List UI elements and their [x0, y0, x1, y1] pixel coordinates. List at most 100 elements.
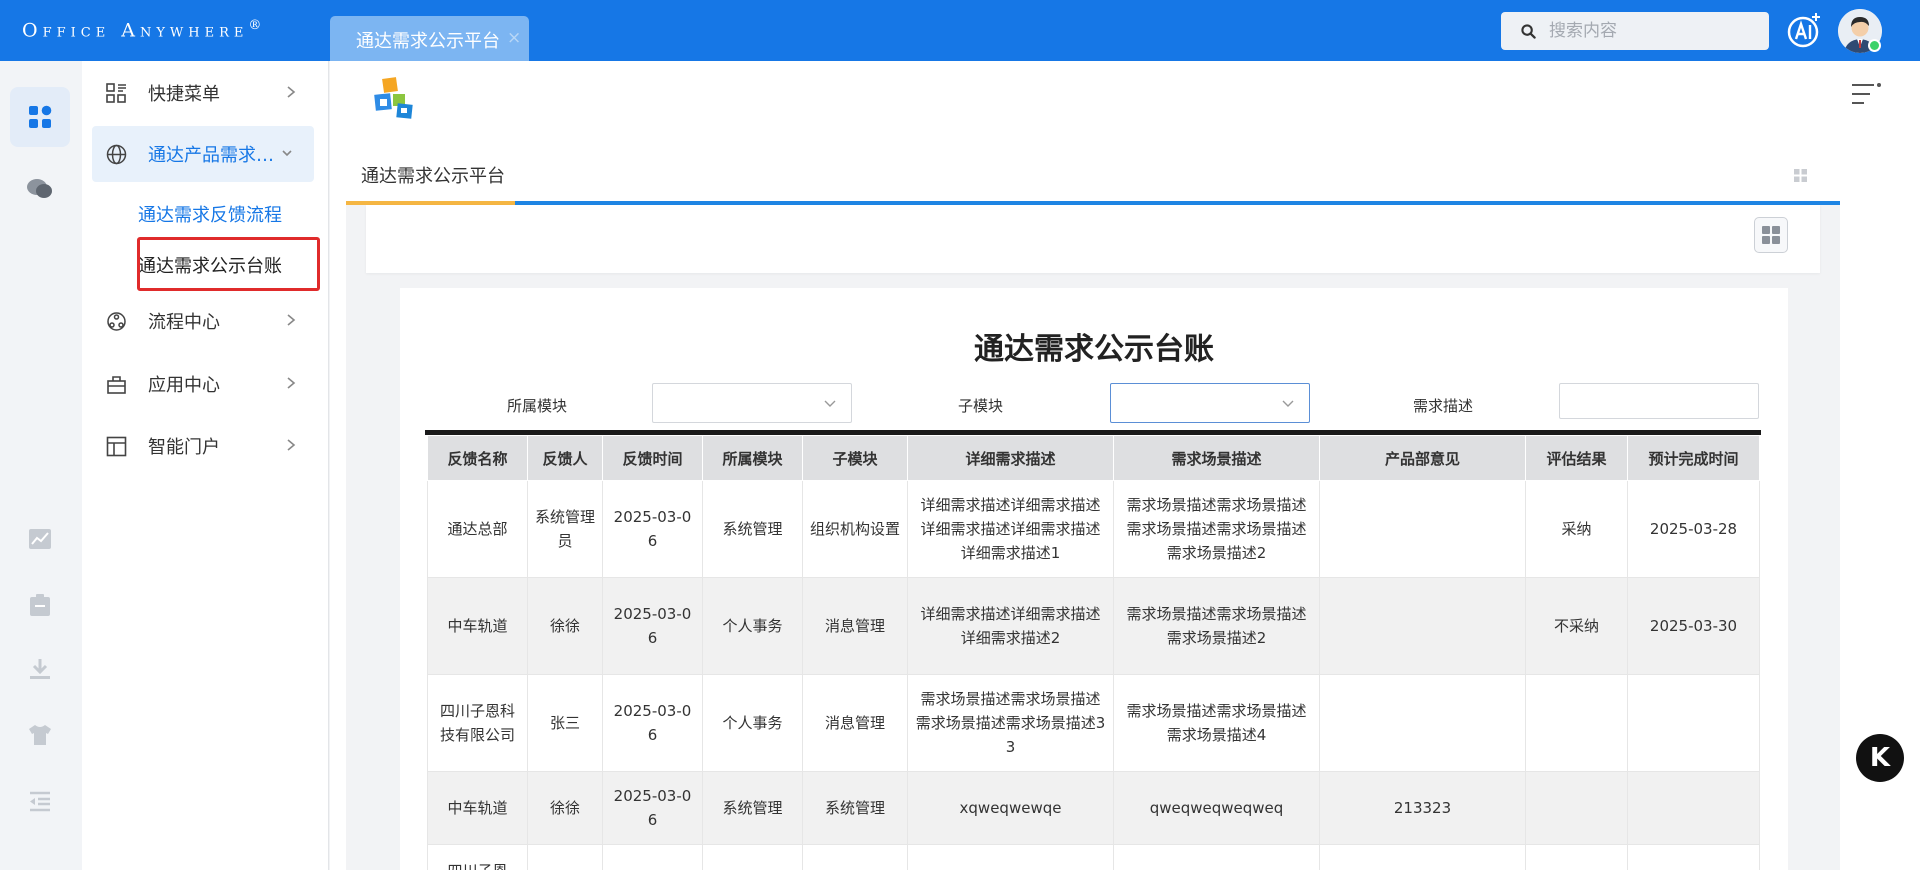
column-header[interactable]: 详细需求描述 [907, 435, 1114, 481]
table-row[interactable]: 通达总部 系统管理员 2025-03-06 系统管理 组织机构设置 详细需求描述… [427, 480, 1760, 578]
grid-view-icon[interactable] [1794, 169, 1807, 182]
global-search[interactable] [1501, 12, 1769, 50]
table-cell [1319, 674, 1526, 772]
table-cell: 系统管理员 [527, 480, 603, 578]
clipboard-icon [30, 594, 50, 616]
column-header[interactable]: 反馈时间 [602, 435, 703, 481]
column-header[interactable]: 评估结果 [1525, 435, 1628, 481]
table-cell: 系统管理 [802, 771, 908, 845]
table-cell: 采纳 [1525, 480, 1628, 578]
filter-module-label: 所属模块 [507, 397, 568, 415]
table-cell: 徐徐 [527, 577, 603, 675]
line-chart-icon [29, 529, 51, 549]
column-header[interactable]: 子模块 [802, 435, 908, 481]
search-input[interactable] [1549, 19, 1759, 43]
rail-theme-button[interactable] [10, 705, 70, 765]
table-cell: 详细需求描述详细需求描述详细需求描述详细需求描述详细需求描述1 [907, 480, 1114, 578]
online-status-dot [1868, 39, 1881, 52]
column-header[interactable]: 所属模块 [702, 435, 803, 481]
grid-apps-icon [106, 83, 126, 103]
sidebar-item-workflow-center[interactable]: 流程中心 [92, 293, 314, 349]
table-cell: 个人事务 [702, 674, 803, 772]
chevron-right-icon [287, 439, 296, 451]
table-cell: 张三 [527, 674, 603, 772]
tab-tongda-platform[interactable]: 通达需求公示平台 × [330, 16, 529, 61]
table-cell: 2025-03-06 [602, 480, 703, 578]
ledger-table: 反馈名称 反馈人 反馈时间 所属模块 子模块 详细需求描述 需求场景描述 产品部… [427, 435, 1760, 870]
rail-collapse-button[interactable] [10, 771, 70, 831]
briefcase-icon [107, 376, 126, 394]
table-cell [527, 844, 603, 870]
table-cell: 消息管理 [802, 674, 908, 772]
table-cell: 2025-03-06 [602, 577, 703, 675]
submodule-select[interactable] [1110, 383, 1310, 423]
sidebar-item-label: 流程中心 [148, 312, 220, 333]
table-cell: 详细需求描述详细需求描述详细需求描述2 [907, 577, 1114, 675]
sidebar-item-label: 应用中心 [148, 375, 220, 396]
rail-apps-button[interactable] [10, 87, 70, 147]
workflow-icon [107, 312, 126, 331]
table-cell: 系统管理 [702, 480, 803, 578]
submenu-feedback-process[interactable]: 通达需求反馈流程 [138, 201, 282, 227]
icon-rail [0, 61, 82, 870]
table-cell [1525, 674, 1628, 772]
table-cell: 2025-03-06 [602, 674, 703, 772]
table-cell: 需求场景描述需求场景描述需求场景描述2 [1113, 577, 1320, 675]
portal-tab-label[interactable]: 通达需求公示平台 [361, 162, 505, 188]
logo-text: Office Anywhere [22, 19, 249, 42]
table-cell [1525, 771, 1628, 845]
more-menu-icon[interactable] [1850, 81, 1882, 109]
tab-close-icon[interactable]: × [507, 28, 521, 48]
main-content: 通达需求公示平台 通达需求公示台账 所属模块 子模块 需求描述 反馈名称 反馈人… [330, 61, 1920, 870]
table-cell: 2025-03-30 [1627, 577, 1760, 675]
sidebar-item-smart-portal[interactable]: 智能门户 [92, 418, 314, 474]
table-cell [1319, 577, 1526, 675]
table-cell: 2025-03-28 [1627, 480, 1760, 578]
portal-body: 通达需求公示台账 所属模块 子模块 需求描述 反馈名称 反馈人 反馈时间 所属模… [346, 205, 1840, 870]
column-header[interactable]: 反馈名称 [427, 435, 528, 481]
table-cell [1627, 674, 1760, 772]
rail-tasks-button[interactable] [10, 575, 70, 635]
table-cell: xqweqwewqe [907, 771, 1114, 845]
floating-assistant-button[interactable]: K [1856, 734, 1904, 782]
column-header[interactable]: 反馈人 [527, 435, 603, 481]
description-input[interactable] [1559, 383, 1759, 419]
filter-desc-label: 需求描述 [1413, 397, 1474, 415]
column-header[interactable]: 产品部意见 [1319, 435, 1526, 481]
table-cell: 系统管理 [702, 771, 803, 845]
table-cell [1627, 771, 1760, 845]
chevron-down-icon [1282, 400, 1294, 407]
rail-download-button[interactable] [10, 639, 70, 699]
chevron-right-icon [287, 314, 296, 326]
table-cell [1627, 844, 1760, 870]
sidebar-item-quick-menu[interactable]: 快捷菜单 [92, 65, 314, 121]
chevron-right-icon [287, 86, 296, 98]
sidebar: 快捷菜单 通达产品需求反馈 通达需求反馈流程 通达需求公示台账 流程中心 应用中… [82, 61, 329, 870]
module-select[interactable] [652, 383, 852, 423]
table-cell: 消息管理 [802, 577, 908, 675]
rail-chat-button[interactable] [10, 159, 70, 219]
portal-icon [106, 436, 127, 457]
platform-logo-icon [374, 77, 413, 119]
collapse-menu-icon [30, 791, 50, 812]
ai-assistant-icon[interactable] [1786, 10, 1824, 50]
table-cell: 需求场景描述需求场景描述需求场景描述需求场景描述需求场景描述2 [1113, 480, 1320, 578]
download-icon [30, 659, 50, 679]
layout-toggle-button[interactable] [1754, 217, 1788, 253]
table-row[interactable]: 四川子恩科技有限公司 张三 2025-03-06 个人事务 消息管理 需求场景描… [427, 674, 1760, 772]
app-logo-text[interactable]: Office Anywhere® [22, 18, 261, 41]
table-cell: 中车轨道 [427, 577, 528, 675]
table-cell: 四川子恩科技有限公司 [427, 674, 528, 772]
table-row[interactable]: 中车轨道 徐徐 2025-03-06 个人事务 消息管理 详细需求描述详细需求描… [427, 577, 1760, 675]
report-title: 通达需求公示台账 [974, 332, 1214, 367]
top-bar: Office Anywhere® 通达需求公示平台 × [0, 0, 1920, 61]
table-cell [1319, 844, 1526, 870]
rail-report-button[interactable] [10, 509, 70, 569]
table-cell: 通达总部 [427, 480, 528, 578]
column-header[interactable]: 需求场景描述 [1113, 435, 1320, 481]
table-row[interactable]: 中车轨道 徐徐 2025-03-06 系统管理 系统管理 xqweqwewqe … [427, 771, 1760, 845]
column-header[interactable]: 预计完成时间 [1627, 435, 1760, 481]
table-row[interactable]: 四川子恩 [427, 844, 1760, 870]
sidebar-item-app-center[interactable]: 应用中心 [92, 356, 314, 412]
sidebar-item-product-feedback[interactable]: 通达产品需求反馈 [92, 126, 314, 182]
